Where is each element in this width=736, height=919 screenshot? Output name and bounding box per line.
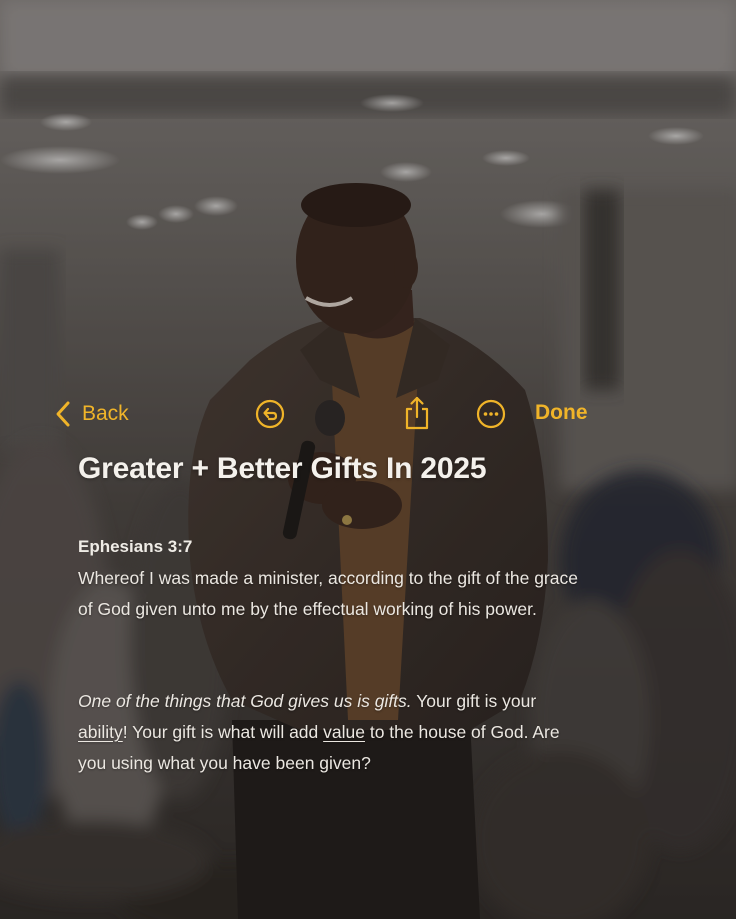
scripture-reference: Ephesians 3:7 — [78, 537, 193, 556]
body-underline-ability: ability — [78, 722, 123, 742]
share-icon — [405, 396, 429, 430]
more-button[interactable] — [476, 399, 506, 429]
note-title: Greater + Better Gifts In 2025 — [78, 452, 487, 485]
done-button[interactable]: Done — [535, 401, 588, 425]
body-text-b: ! Your gift is what will add — [122, 722, 324, 742]
body-underline-value: value — [323, 722, 365, 742]
note-body: One of the things that God gives us is g… — [78, 686, 578, 779]
chevron-left-icon — [56, 401, 70, 427]
body-text-a: Your gift is your — [411, 691, 537, 711]
back-button-label: Back — [82, 402, 129, 425]
back-button[interactable]: Back — [54, 398, 129, 430]
body-italic-lead: One of the things that God gives us is g… — [78, 691, 412, 711]
undo-icon — [255, 399, 285, 429]
undo-button[interactable] — [255, 399, 285, 429]
more-icon — [476, 399, 506, 429]
scripture-text: Whereof I was made a minister, according… — [78, 568, 578, 619]
share-button[interactable] — [403, 395, 431, 431]
